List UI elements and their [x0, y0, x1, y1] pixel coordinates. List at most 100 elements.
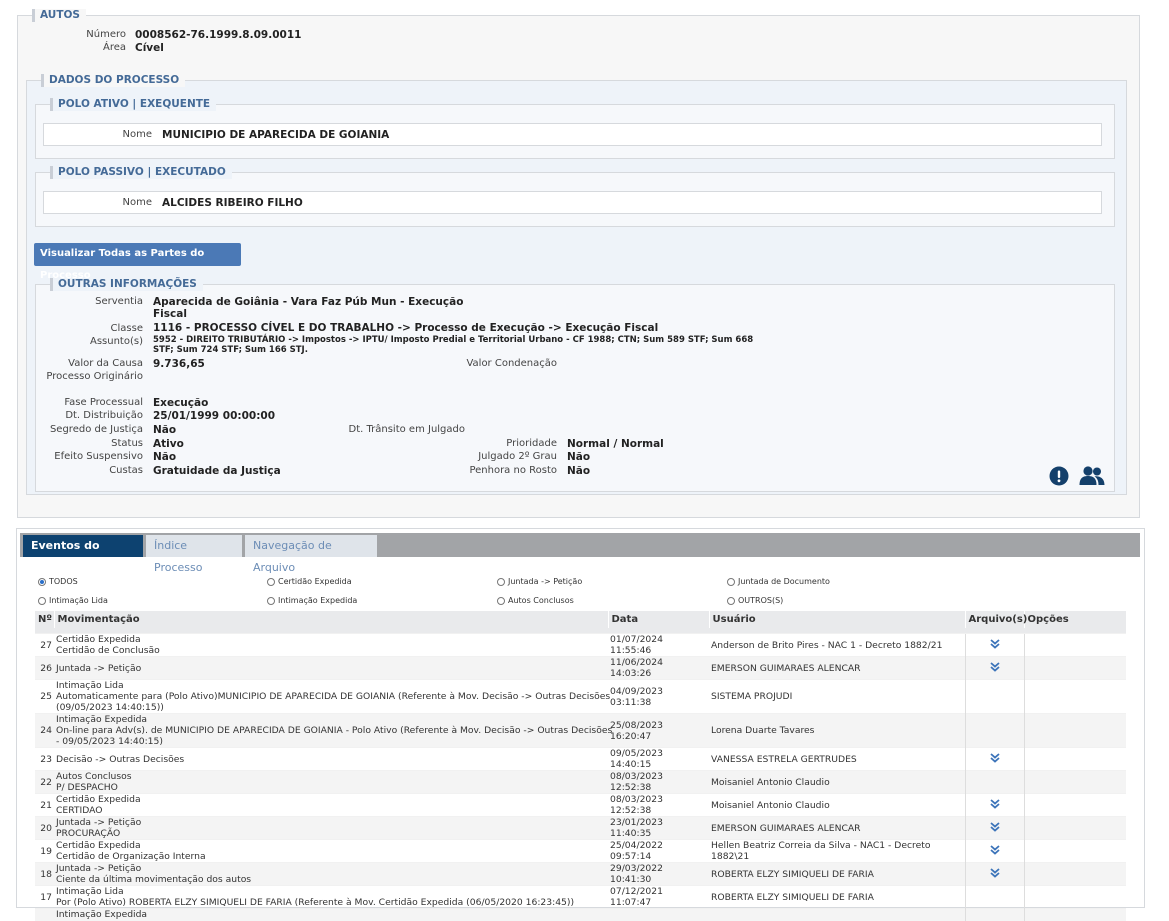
- table-row[interactable]: 25 Intimação Lida Automaticamente para (Po…: [35, 679, 1126, 714]
- tab-eventos[interactable]: Eventos do Processo: [23, 535, 143, 574]
- row-data: [608, 908, 709, 921]
- row-arquivos[interactable]: [964, 793, 1024, 817]
- row-usuario: VANESSA ESTRELA GERTRUDES: [709, 747, 965, 771]
- filter-outros[interactable]: OUTROS(S): [727, 596, 783, 606]
- row-usuario: ROBERTA ELZY SIMIQUELI DE FARIA: [709, 885, 965, 909]
- row-movimentacao: Intimação Lida Automaticamente para (Polo…: [54, 679, 610, 714]
- filter-label: Juntada de Documento: [738, 577, 830, 586]
- row-data: 25/04/2022 09:57:14: [608, 839, 709, 863]
- visualizar-partes-button[interactable]: Visualizar Todas as Partes do Processo: [34, 243, 241, 281]
- row-arquivos[interactable]: [964, 656, 1024, 680]
- filter-juntada-peticao[interactable]: Juntada -> Petição: [497, 577, 582, 587]
- movimentacao-line: Por (Polo Ativo) ROBERTA ELZY SIMIQUELI …: [56, 897, 575, 908]
- penhora-value: Não: [567, 465, 591, 477]
- header-arquivos: Arquivo(s): [965, 611, 1027, 628]
- expand-files-icon[interactable]: [989, 639, 1000, 652]
- radio-dot[interactable]: [727, 597, 735, 605]
- alert-icon[interactable]: [1049, 466, 1069, 486]
- filter-certidao[interactable]: Certidão Expedida: [267, 577, 352, 587]
- eventos-table-body: 27 Certidão Expedida Certidão de Conclusão…: [35, 633, 1126, 921]
- julgado-value: Não: [567, 451, 591, 463]
- table-row[interactable]: 19 Certidão Expedida Certidão de Organizaç…: [35, 839, 1126, 863]
- row-opcoes: [1023, 656, 1126, 680]
- row-arquivos[interactable]: [964, 862, 1024, 886]
- movimentacao-line: CERTIDAO: [56, 805, 103, 816]
- row-movimentacao: Intimação Expedida: [54, 908, 608, 921]
- filter-juntada-documento[interactable]: Juntada de Documento: [727, 577, 830, 587]
- table-row[interactable]: 27 Certidão Expedida Certidão de Conclusão…: [35, 633, 1126, 657]
- table-row[interactable]: 23 Decisão -> Outras Decisões 09/05/2023 1…: [35, 747, 1126, 771]
- row-movimentacao: Decisão -> Outras Decisões: [54, 747, 608, 771]
- expand-files-icon[interactable]: [989, 662, 1000, 675]
- filter-label: OUTROS(S): [738, 596, 784, 605]
- table-row[interactable]: 20 Juntada -> Petição PROCURAÇÃO 23/01/2023…: [35, 816, 1126, 840]
- autos-legend: AUTOS: [32, 9, 86, 22]
- movimentacao-line: Juntada -> Petição: [56, 863, 142, 874]
- polo-ativo-legend: POLO ATIVO | EXEQUENTE: [50, 98, 217, 111]
- row-data: 09/05/2023 14:40:15: [608, 747, 709, 771]
- radio-dot[interactable]: [497, 578, 505, 586]
- numero-label: Número: [86, 29, 126, 40]
- row-arquivos: [964, 885, 1024, 909]
- table-row[interactable]: 21 Certidão Expedida CERTIDAO 08/03/2023 12…: [35, 793, 1126, 817]
- julgado-label: Julgado 2º Grau: [478, 451, 557, 462]
- radio-dot[interactable]: [727, 578, 735, 586]
- filter-intimacao-lida[interactable]: Intimação Lida: [38, 596, 108, 606]
- table-row[interactable]: 17 Intimação Lida Por (Polo Ativo) ROBERTA…: [35, 885, 1126, 909]
- row-usuario: SISTEMA PROJUDI: [709, 679, 965, 714]
- segredo-value: Não: [153, 424, 177, 436]
- expand-files-icon[interactable]: [989, 753, 1000, 766]
- row-movimentacao: Juntada -> Petição PROCURAÇÃO: [54, 816, 608, 840]
- radio-dot[interactable]: [38, 578, 46, 586]
- filter-todos[interactable]: TODOS: [38, 577, 78, 587]
- row-movimentacao: Autos Conclusos P/ DESPACHO: [54, 770, 608, 794]
- expand-files-icon[interactable]: [989, 845, 1000, 858]
- users-icon[interactable]: [1079, 465, 1105, 487]
- row-data: 07/12/2021 11:07:47: [608, 885, 709, 909]
- row-arquivos: [964, 713, 1024, 748]
- row-movimentacao: Certidão Expedida Certidão de Conclusão: [54, 633, 608, 657]
- row-data: 11/06/2024 14:03:26: [608, 656, 709, 680]
- movimentacao-line: - 09/05/2023 14:40:15): [56, 736, 163, 747]
- row-usuario: Moisaniel Antonio Claudio: [709, 770, 965, 794]
- table-row[interactable]: 18 Juntada -> Petição Ciente da última mov…: [35, 862, 1126, 886]
- table-row[interactable]: 24 Intimação Expedida On-line para Adv(s).…: [35, 713, 1126, 748]
- filter-intimacao-expedida[interactable]: Intimação Expedida: [267, 596, 357, 606]
- usuario-line: Lorena Duarte Tavares: [711, 725, 815, 736]
- movimentacao-line: Intimação Expedida: [56, 909, 148, 921]
- row-arquivos: [964, 908, 1024, 921]
- table-row[interactable]: 26 Juntada -> Petição 11/06/2024 14:03:26 E…: [35, 656, 1126, 680]
- tab-navegacao[interactable]: Navegação de Arquivo: [245, 535, 377, 574]
- area-value: Cível: [135, 42, 164, 54]
- row-movimentacao: Juntada -> Petição: [54, 656, 608, 680]
- usuario-line: ROBERTA ELZY SIMIQUELI DE FARIA: [711, 868, 874, 880]
- table-row[interactable]: Intimação Expedida: [35, 908, 1126, 921]
- row-arquivos[interactable]: [964, 633, 1024, 657]
- expand-files-icon[interactable]: [989, 822, 1000, 835]
- row-opcoes: [1023, 816, 1126, 840]
- tab-indice[interactable]: Índice Processo: [146, 535, 242, 574]
- row-arquivos[interactable]: [964, 839, 1024, 863]
- row-opcoes: [1023, 862, 1126, 886]
- table-row[interactable]: 22 Autos Conclusos P/ DESPACHO 08/03/2023 1…: [35, 770, 1126, 794]
- row-opcoes: [1023, 633, 1126, 657]
- header-num: Nº: [35, 611, 55, 628]
- assunto-label: Assunto(s): [90, 336, 143, 347]
- usuario-line: Hellen Beatriz Correia da Silva - NAC1 -…: [711, 840, 931, 851]
- expand-files-icon[interactable]: [989, 799, 1000, 812]
- row-number: [35, 908, 54, 921]
- eventos-table: Nº Movimentação Data Usuário Arquivo(s) …: [35, 611, 1127, 921]
- row-arquivos[interactable]: [964, 747, 1024, 771]
- radio-dot[interactable]: [38, 597, 46, 605]
- row-number: 20: [35, 816, 54, 840]
- filter-autos-conclusos[interactable]: Autos Conclusos: [497, 596, 574, 606]
- row-usuario: ROBERTA ELZY SIMIQUELI DE FARIA: [709, 862, 965, 886]
- polo-passivo-legend: POLO PASSIVO | EXECUTADO: [50, 166, 232, 179]
- radio-dot[interactable]: [267, 578, 275, 586]
- radio-dot[interactable]: [267, 597, 275, 605]
- row-arquivos: [964, 770, 1024, 794]
- expand-files-icon[interactable]: [989, 868, 1000, 881]
- row-arquivos[interactable]: [964, 816, 1024, 840]
- radio-dot[interactable]: [497, 597, 505, 605]
- header-usuario: Usuário: [709, 611, 966, 628]
